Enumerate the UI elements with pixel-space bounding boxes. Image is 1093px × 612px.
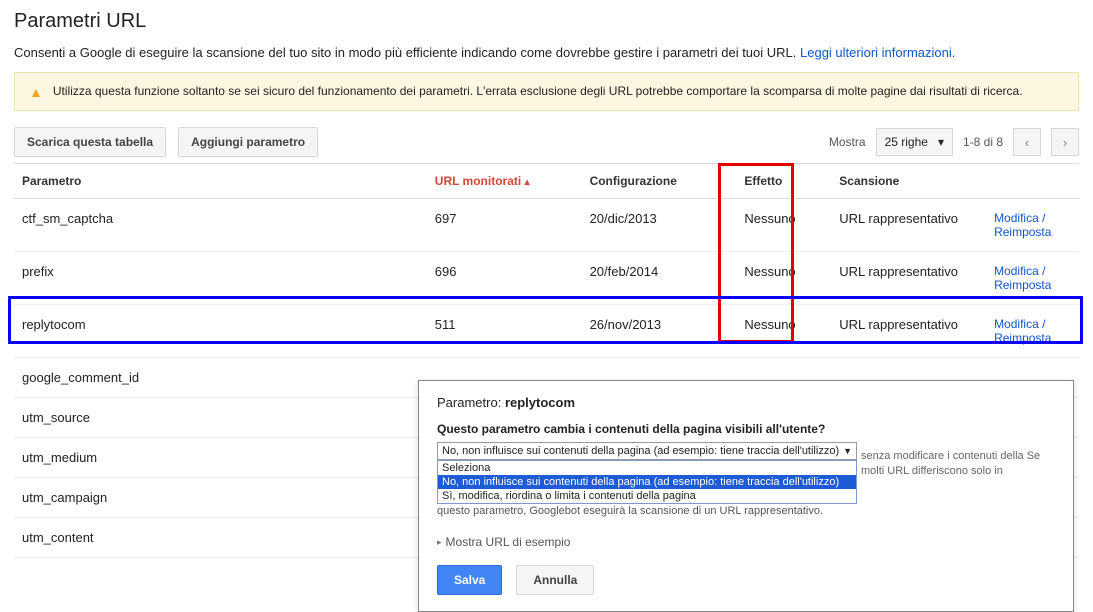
edit-link[interactable]: Modifica / <box>994 317 1071 331</box>
caret-right-icon: ▸ <box>437 537 442 548</box>
edit-link[interactable]: Modifica / <box>994 211 1071 225</box>
edit-link[interactable]: Modifica / <box>994 264 1071 278</box>
show-example-urls-toggle[interactable]: ▸ Mostra URL di esempio <box>437 535 1055 549</box>
page-subtitle: Consenti a Google di eseguire la scansio… <box>14 45 1079 60</box>
table-row: ctf_sm_captcha 697 20/dic/2013 Nessuno U… <box>14 199 1079 252</box>
table-row: replytocom 511 26/nov/2013 Nessuno URL r… <box>14 305 1079 358</box>
page-title: Parametri URL <box>14 10 1079 33</box>
reset-link[interactable]: Reimposta <box>994 331 1071 345</box>
help-under-text: questo parametro, Googlebot eseguirà la … <box>437 504 1055 519</box>
download-table-button[interactable]: Scarica questa tabella <box>14 127 166 157</box>
pager-range: 1-8 di 8 <box>963 135 1003 149</box>
learn-more-link[interactable]: Leggi ulteriori informazioni. <box>800 45 955 60</box>
col-scansione[interactable]: Scansione <box>831 164 986 199</box>
cancel-button[interactable]: Annulla <box>516 565 594 595</box>
dropdown-option[interactable]: Seleziona <box>438 461 856 475</box>
warning-text: Utilizza questa funzione soltanto se sei… <box>53 83 1023 100</box>
modal-title: Parametro: replytocom <box>437 395 1055 410</box>
warning-banner: ▲ Utilizza questa funzione soltanto se s… <box>14 72 1079 111</box>
add-parameter-button[interactable]: Aggiungi parametro <box>178 127 318 157</box>
chevron-down-icon: ▾ <box>938 135 944 149</box>
effect-select[interactable]: No, non influisce sui contenuti della pa… <box>437 442 857 460</box>
dropdown-option[interactable]: No, non influisce sui contenuti della pa… <box>438 475 856 489</box>
dropdown-option[interactable]: Sì, modifica, riordina o limita i conten… <box>438 489 856 503</box>
toolbar: Scarica questa tabella Aggiungi parametr… <box>14 127 1079 157</box>
col-effetto[interactable]: Effetto <box>736 164 831 199</box>
col-configurazione[interactable]: Configurazione <box>582 164 737 199</box>
col-parametro[interactable]: Parametro <box>14 164 427 199</box>
col-url-monitorati[interactable]: URL monitorati ▴ <box>427 164 582 199</box>
save-button[interactable]: Salva <box>437 565 502 595</box>
sort-asc-icon: ▴ <box>525 177 530 188</box>
show-label: Mostra <box>829 135 866 149</box>
effect-dropdown: Seleziona No, non influisce sui contenut… <box>437 460 857 504</box>
modal-question: Questo parametro cambia i contenuti dell… <box>437 422 1055 436</box>
pager-next-button[interactable]: › <box>1051 128 1079 156</box>
table-row: prefix 696 20/feb/2014 Nessuno URL rappr… <box>14 252 1079 305</box>
pager-prev-button[interactable]: ‹ <box>1013 128 1041 156</box>
help-side-text: senza modificare i contenuti della Se mo… <box>861 449 1061 480</box>
reset-link[interactable]: Reimposta <box>994 225 1071 239</box>
rows-per-page-select[interactable]: 25 righe ▾ <box>876 128 953 156</box>
warning-icon: ▲ <box>29 84 43 100</box>
chevron-down-icon: ▼ <box>843 446 852 456</box>
edit-parameter-modal: Parametro: replytocom Questo parametro c… <box>418 380 1074 612</box>
reset-link[interactable]: Reimposta <box>994 278 1071 292</box>
